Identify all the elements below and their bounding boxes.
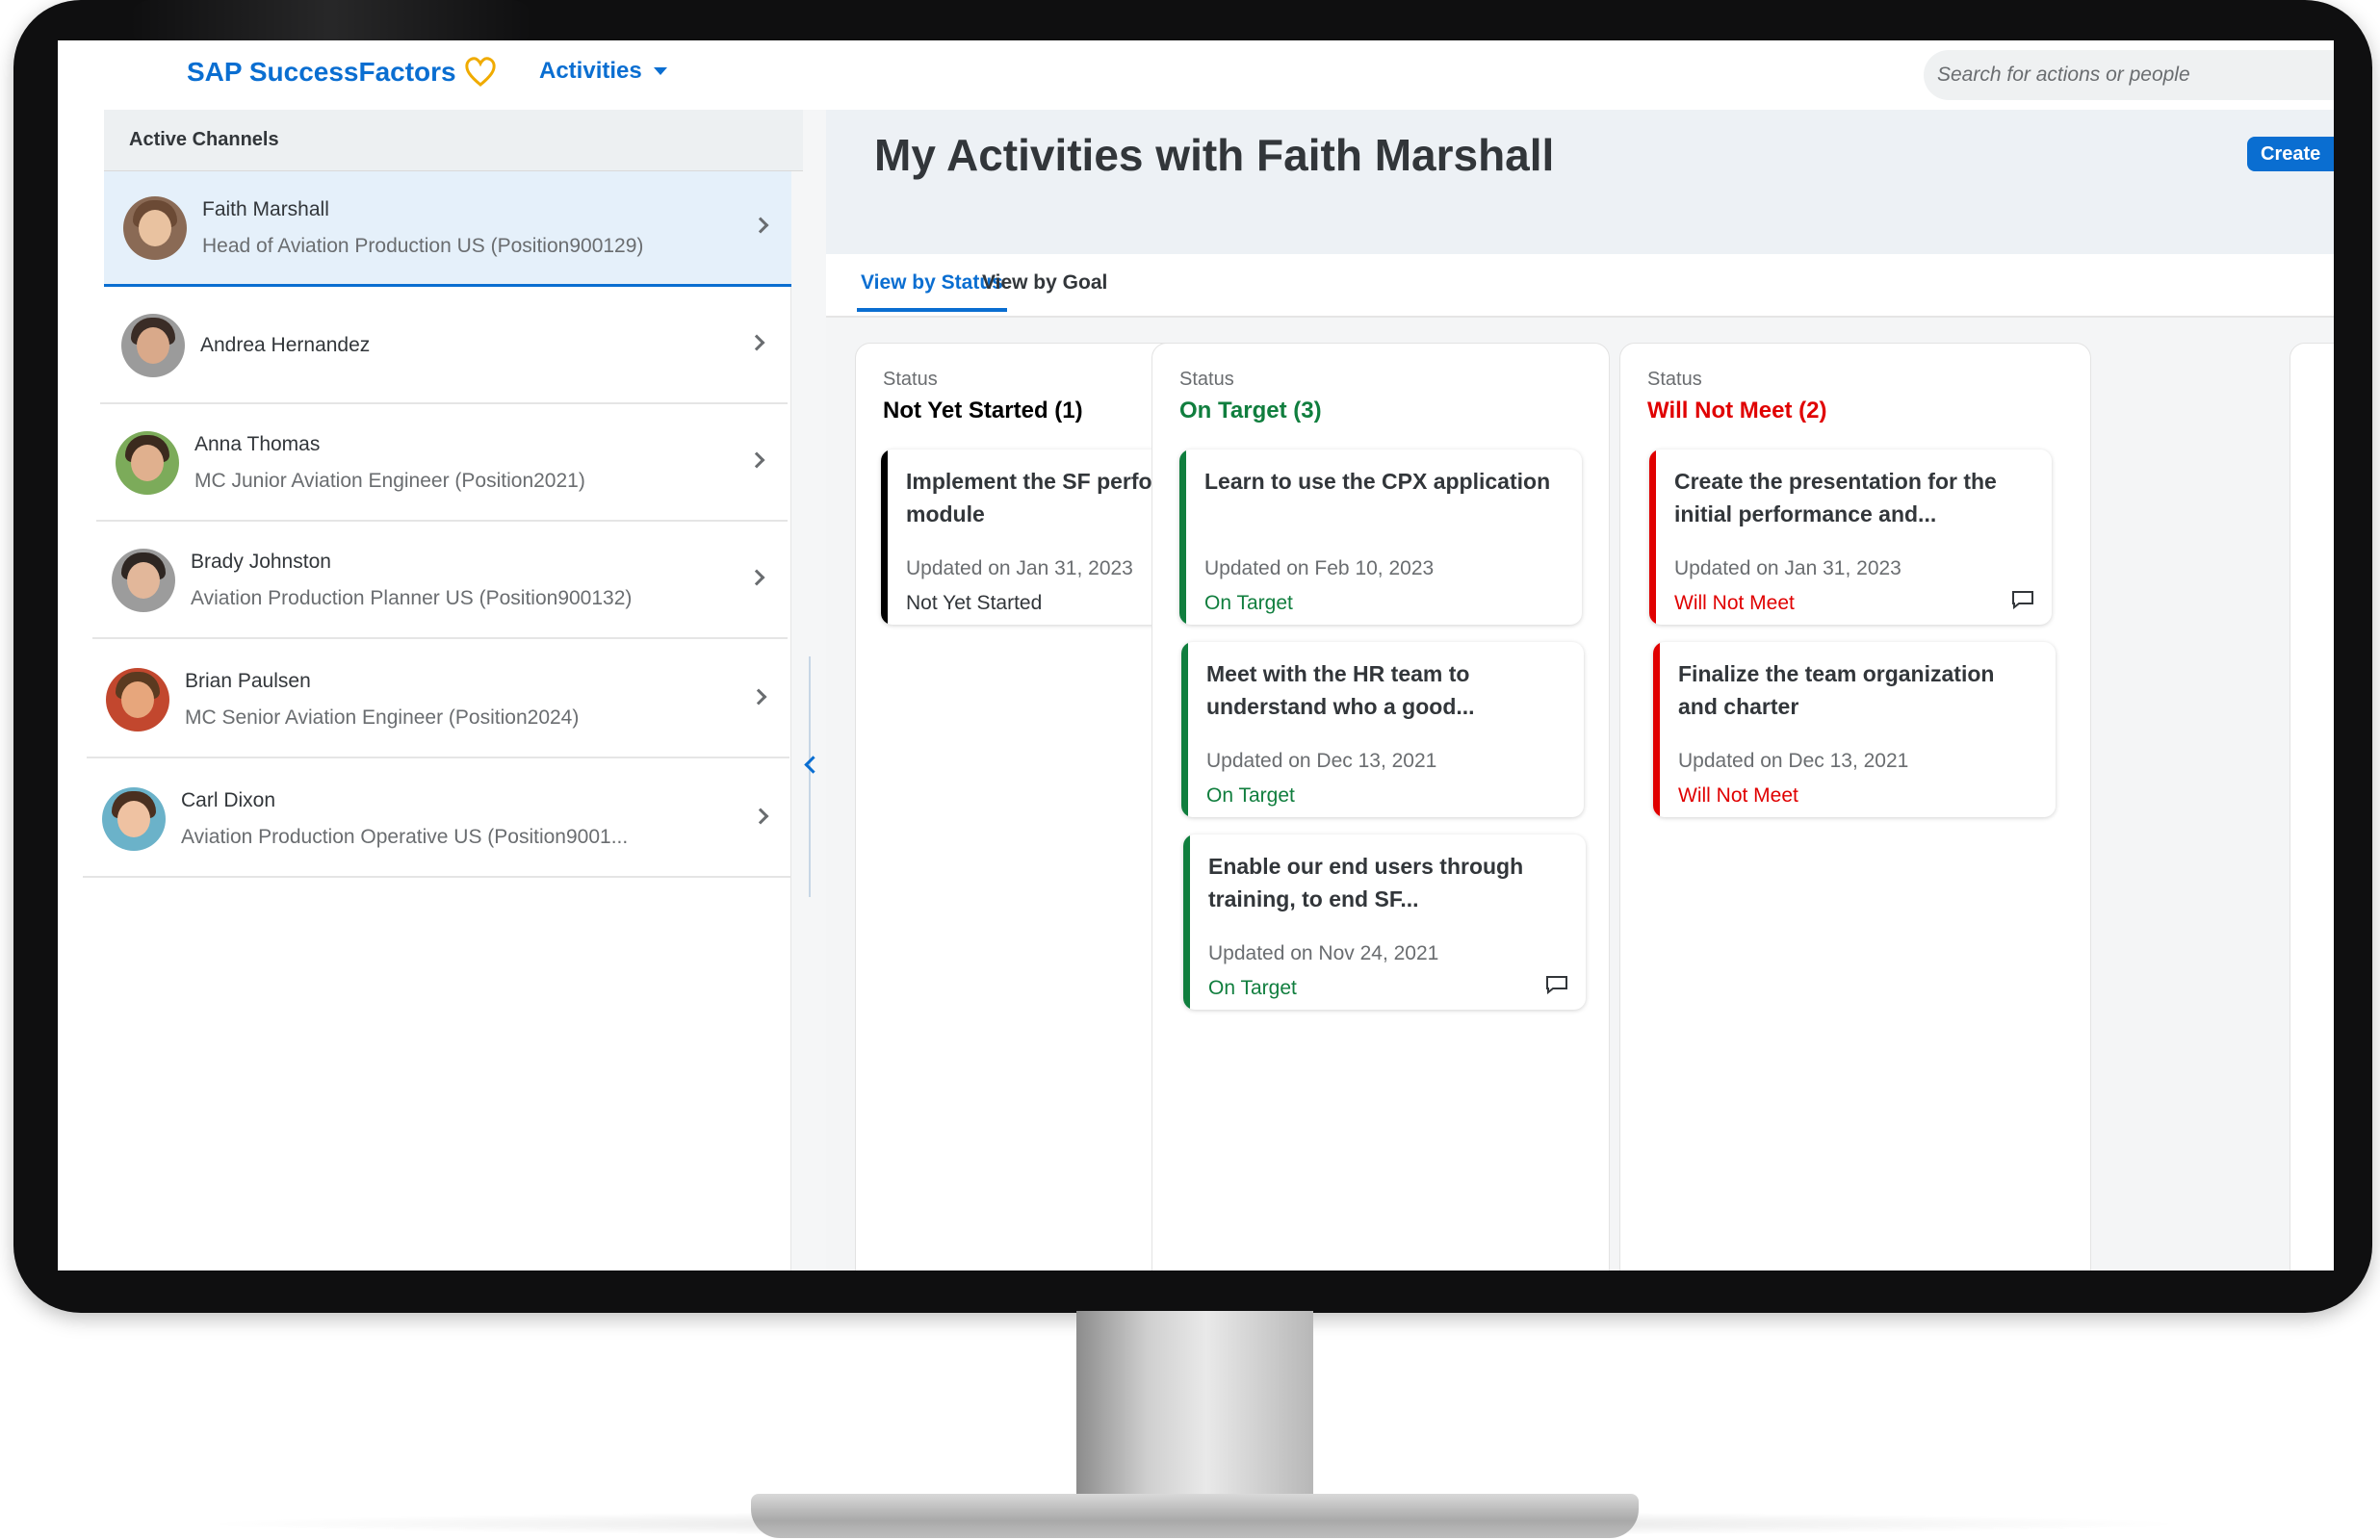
column-label: Status bbox=[1179, 369, 1234, 390]
card-updated: Updated on Nov 24, 2021 bbox=[1208, 942, 1439, 964]
status-stripe bbox=[881, 449, 888, 625]
column-label: Status bbox=[1647, 369, 1702, 390]
status-stripe bbox=[1181, 642, 1188, 817]
list-item-subtitle: MC Junior Aviation Engineer (Position202… bbox=[194, 470, 585, 492]
status-stripe bbox=[1179, 449, 1186, 625]
sidebar: Active Channels Faith Marshall Head of A… bbox=[58, 110, 803, 1270]
app-logo[interactable]: SAP SuccessFactors bbox=[187, 56, 497, 89]
card-title: Finalize the team organization and chart… bbox=[1678, 661, 1995, 719]
activities-menu-button[interactable]: Activities bbox=[539, 58, 667, 85]
activity-card[interactable]: Enable our end users through training, t… bbox=[1183, 834, 1586, 1010]
status-stripe bbox=[1653, 642, 1660, 817]
monitor-stand-neck bbox=[1076, 1311, 1313, 1503]
app-screen: SAP SuccessFactors Activities Active Cha… bbox=[58, 40, 2334, 1270]
column-title: Will Not Meet (2) bbox=[1647, 398, 1827, 424]
activity-card[interactable]: Learn to use the CPX application Updated… bbox=[1179, 449, 1582, 625]
search-input[interactable] bbox=[1937, 64, 2334, 87]
create-button[interactable]: Create bbox=[2247, 137, 2334, 171]
list-item-name: Brian Paulsen bbox=[185, 670, 311, 692]
list-item-anna-thomas[interactable]: Anna Thomas MC Junior Aviation Engineer … bbox=[96, 406, 788, 522]
column-title: On Target (3) bbox=[1179, 398, 1322, 424]
avatar bbox=[102, 787, 166, 851]
list-item-carl-dixon[interactable]: Carl Dixon Aviation Production Operative… bbox=[83, 762, 791, 878]
monitor-stand-base bbox=[751, 1494, 1639, 1538]
activities-menu-label: Activities bbox=[539, 58, 642, 84]
list-item-name: Faith Marshall bbox=[202, 197, 329, 220]
avatar bbox=[112, 549, 175, 612]
avatar bbox=[123, 195, 187, 260]
search-field[interactable] bbox=[1924, 50, 2334, 100]
activity-card[interactable]: Meet with the HR team to understand who … bbox=[1181, 642, 1584, 817]
card-title: Meet with the HR team to understand who … bbox=[1206, 661, 1475, 719]
list-item-brady-johnston[interactable]: Brady Johnston Aviation Production Plann… bbox=[92, 524, 788, 639]
card-title: Learn to use the CPX application bbox=[1204, 469, 1551, 494]
heart-icon bbox=[465, 57, 496, 87]
status-stripe bbox=[1649, 449, 1656, 625]
list-item-andrea-hernandez[interactable]: Andrea Hernandez bbox=[100, 289, 788, 404]
status-board: Status Not Yet Started (1) Implement the… bbox=[826, 318, 2334, 1270]
card-updated: Updated on Jan 31, 2023 bbox=[906, 557, 1133, 579]
comment-icon[interactable] bbox=[2011, 590, 2034, 609]
tab-view-by-goal[interactable]: View by Goal bbox=[982, 271, 1107, 308]
card-title: Enable our end users through training, t… bbox=[1208, 854, 1524, 911]
list-item-subtitle: Aviation Production Planner US (Position… bbox=[191, 587, 633, 609]
list-item-name: Anna Thomas bbox=[194, 433, 321, 455]
list-item-brian-paulsen[interactable]: Brian Paulsen MC Senior Aviation Enginee… bbox=[87, 643, 789, 758]
card-status: On Target bbox=[1206, 784, 1295, 807]
list-item-faith-marshall[interactable]: Faith Marshall Head of Aviation Producti… bbox=[104, 171, 791, 287]
caret-down-icon bbox=[653, 67, 667, 75]
sidebar-splitter[interactable] bbox=[809, 656, 811, 897]
column-label: Status bbox=[883, 369, 938, 390]
page-header: My Activities with Faith Marshall Create bbox=[826, 110, 2334, 254]
card-status: On Target bbox=[1204, 592, 1293, 614]
activity-card[interactable]: Create the presentation for the initial … bbox=[1649, 449, 2052, 625]
card-status: On Target bbox=[1208, 977, 1297, 999]
sidebar-header: Active Channels bbox=[104, 110, 803, 171]
page-title: My Activities with Faith Marshall bbox=[874, 130, 1555, 180]
status-column-partial bbox=[2289, 343, 2334, 1270]
list-item-name: Brady Johnston bbox=[191, 551, 331, 573]
card-status: Not Yet Started bbox=[906, 592, 1043, 614]
logo-text: SAP SuccessFactors bbox=[187, 57, 456, 87]
status-column-on-target: Status On Target (3) Learn to use the CP… bbox=[1151, 343, 1610, 1270]
card-updated: Updated on Dec 13, 2021 bbox=[1678, 750, 1909, 772]
card-updated: Updated on Jan 31, 2023 bbox=[1674, 557, 1901, 579]
collapse-sidebar-icon[interactable] bbox=[801, 753, 818, 776]
list-item-name: Carl Dixon bbox=[181, 789, 276, 811]
avatar bbox=[121, 314, 185, 377]
column-title: Not Yet Started (1) bbox=[883, 398, 1083, 424]
avatar bbox=[106, 668, 169, 732]
activity-card[interactable]: Finalize the team organization and chart… bbox=[1653, 642, 2056, 817]
card-updated: Updated on Dec 13, 2021 bbox=[1206, 750, 1437, 772]
shell-bar: SAP SuccessFactors Activities bbox=[58, 40, 2334, 110]
tab-bar: View by Status View by Goal bbox=[826, 254, 2334, 318]
card-title: Create the presentation for the initial … bbox=[1674, 469, 1997, 526]
status-column-will-not-meet: Status Will Not Meet (2) Create the pres… bbox=[1619, 343, 2091, 1270]
main-content: My Activities with Faith Marshall Create… bbox=[826, 110, 2334, 1270]
card-status: Will Not Meet bbox=[1674, 592, 1795, 614]
comment-icon[interactable] bbox=[1545, 975, 1568, 994]
list-item-name: Andrea Hernandez bbox=[200, 334, 371, 356]
avatar bbox=[116, 431, 179, 495]
list-item-subtitle: Aviation Production Operative US (Positi… bbox=[181, 826, 629, 848]
status-stripe bbox=[1183, 834, 1190, 1010]
card-status: Will Not Meet bbox=[1678, 784, 1798, 807]
list-item-subtitle: Head of Aviation Production US (Position… bbox=[202, 234, 644, 257]
card-updated: Updated on Feb 10, 2023 bbox=[1204, 557, 1435, 579]
list-item-subtitle: MC Senior Aviation Engineer (Position202… bbox=[185, 706, 580, 729]
